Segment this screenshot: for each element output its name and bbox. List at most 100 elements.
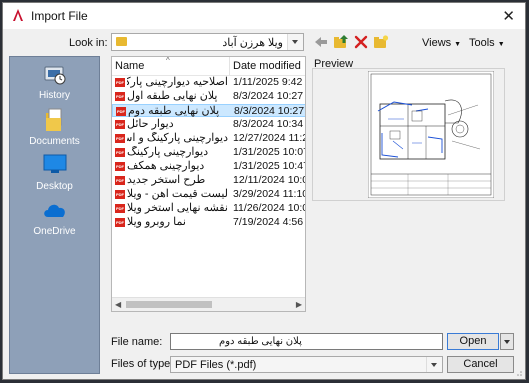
pdf-icon: PDF: [115, 190, 125, 199]
place-desktop[interactable]: Desktop: [10, 151, 99, 195]
scroll-right-icon[interactable]: ▶: [296, 300, 302, 309]
pdf-icon: PDF: [115, 92, 125, 101]
column-divider[interactable]: [229, 57, 230, 75]
history-icon: [44, 66, 66, 85]
place-documents-label: Documents: [29, 136, 80, 147]
preview-pane: [312, 68, 505, 201]
open-button[interactable]: Open: [447, 333, 499, 350]
sort-ascending-icon: ^: [166, 56, 170, 65]
file-row[interactable]: PDFدیوارچینی همکف 1/31/2025 10:47 PM: [112, 160, 305, 173]
folder-icon: [116, 37, 127, 46]
places-bar: History Documents Desktop OneDrive: [9, 56, 100, 374]
pdf-icon: PDF: [115, 148, 125, 157]
file-row[interactable]: PDFدیوارچینی پارکینگ و استخر 12/27/2024 1…: [112, 132, 305, 145]
file-date-modified: 8/3/2024 10:27 PM: [233, 90, 305, 102]
file-row[interactable]: PDF لیست قیمت آهن - ویلا م 3/29/2024 11:10…: [112, 188, 306, 201]
delete-icon[interactable]: [353, 34, 369, 50]
files-of-type-value: PDF Files (*.pdf): [175, 359, 257, 371]
close-icon[interactable]: ✕: [502, 7, 515, 25]
file-date-modified: 1/31/2025 10:07 PM: [233, 146, 305, 158]
file-date-modified: 3/29/2024 11:10 PM: [233, 188, 306, 200]
autocad-logo-icon: [13, 9, 23, 21]
place-documents[interactable]: Documents: [10, 106, 99, 150]
pdf-icon: PDF: [115, 218, 125, 227]
files-of-type-label: Files of type:: [111, 358, 174, 370]
look-in-dropdown[interactable]: ویلا هرزن آباد: [111, 33, 304, 51]
pdf-icon: PDF: [115, 120, 125, 129]
window-title: Import File: [31, 9, 88, 23]
documents-icon: [46, 108, 62, 131]
cancel-button[interactable]: Cancel: [447, 356, 514, 373]
file-name: دیوارچینی همکف: [127, 160, 205, 172]
file-date-modified: 12/27/2024 11:23 P: [233, 132, 305, 144]
file-date-modified: 8/3/2024 10:27 PM: [234, 105, 305, 117]
views-menu[interactable]: Views ▼: [422, 37, 461, 49]
tools-label: Tools: [469, 37, 495, 49]
file-list: ^ Name Date modified PDF اصلاحیه دیوارچین…: [111, 56, 306, 312]
file-row[interactable]: PDFنقشه نهایی استخر ویلا 11/26/2024 10:00…: [112, 202, 305, 215]
file-name: نقشه نهایی استخر ویلا: [127, 202, 228, 214]
pdf-icon: PDF: [115, 162, 125, 171]
file-name: دیوارچینی پارکینگ: [127, 146, 209, 158]
views-label: Views: [422, 37, 452, 49]
title-bar: Import File ✕: [3, 3, 525, 29]
file-date-modified: 8/3/2024 10:34 AM: [233, 118, 305, 130]
place-history-label: History: [38, 90, 71, 101]
file-row[interactable]: PDFنما روبرو ویلا 7/19/2024 4:56 PM: [112, 216, 305, 229]
file-row[interactable]: PDFطرح استخر جدید 12/11/2024 10:08 P: [112, 174, 305, 187]
import-file-dialog: Import File ✕ Look in: ویلا هرزن آباد Vi…: [2, 2, 526, 380]
place-onedrive-label: OneDrive: [33, 226, 76, 237]
horizontal-scrollbar[interactable]: ◀ ▶: [112, 297, 305, 311]
place-desktop-label: Desktop: [36, 181, 73, 192]
file-row[interactable]: PDFپلان نهایی طبقه دوم 8/3/2024 10:27 PM: [112, 104, 305, 117]
back-arrow-icon[interactable]: [313, 34, 329, 50]
file-name: لیست قیمت آهن - ویلا م: [127, 188, 228, 200]
resize-grip-icon[interactable]: [515, 369, 523, 377]
scroll-left-icon[interactable]: ◀: [115, 300, 121, 309]
place-history[interactable]: History: [10, 61, 99, 105]
file-name: دیوار حائل: [127, 118, 174, 130]
look-in-value: ویلا هرزن آباد: [222, 37, 283, 49]
chevron-down-icon: ▼: [497, 41, 505, 48]
file-list-header: ^ Name Date modified: [112, 57, 305, 76]
file-name: طرح استخر جدید: [127, 174, 206, 186]
pdf-icon: PDF: [115, 176, 125, 185]
file-date-modified: 7/19/2024 4:56 PM: [233, 216, 305, 228]
file-date-modified: 12/11/2024 10:08 P: [233, 174, 305, 186]
file-date-modified: 1/31/2025 10:47 PM: [233, 160, 305, 172]
chevron-down-icon[interactable]: [426, 357, 442, 372]
column-header-name[interactable]: Name: [115, 60, 144, 72]
file-name: نما روبرو ویلا: [127, 216, 186, 228]
pdf-icon: PDF: [115, 134, 125, 143]
column-header-date-modified[interactable]: Date modified: [233, 60, 301, 72]
chevron-down-icon: ▼: [454, 41, 462, 48]
open-options-dropdown[interactable]: [500, 333, 514, 350]
file-row[interactable]: PDF اصلاحیه دیوارچینی پارکی 1/11/2025 9:42…: [112, 76, 305, 89]
file-name: پلان نهایی طبقه دوم: [128, 105, 220, 117]
file-date-modified: 11/26/2024 10:00 P: [233, 202, 305, 214]
file-name-label: File name:: [111, 336, 163, 348]
file-name: پلان نهایی طبقه اول: [127, 90, 218, 102]
file-name-value: پلان نهایی طبقه دوم: [219, 336, 302, 347]
files-of-type-dropdown[interactable]: PDF Files (*.pdf): [170, 356, 443, 373]
file-name-input[interactable]: پلان نهایی طبقه دوم: [170, 333, 443, 350]
drawing-thumbnail: [368, 71, 494, 198]
file-row[interactable]: PDFپلان نهایی طبقه اول 8/3/2024 10:27 PM: [112, 90, 305, 103]
file-date-modified: 1/11/2025 9:42 PM: [233, 76, 305, 88]
tools-menu[interactable]: Tools ▼: [469, 37, 505, 49]
pdf-icon: PDF: [115, 78, 125, 87]
look-in-label: Look in:: [69, 37, 108, 49]
pdf-icon: PDF: [115, 204, 125, 213]
file-name: دیوارچینی پارکینگ و استخر: [127, 132, 228, 144]
pdf-icon: PDF: [116, 107, 126, 116]
place-onedrive[interactable]: OneDrive: [10, 196, 99, 240]
onedrive-icon: [44, 204, 65, 217]
file-row[interactable]: PDFدیوارچینی پارکینگ 1/31/2025 10:07 PM: [112, 146, 305, 159]
scrollbar-thumb[interactable]: [126, 301, 212, 308]
file-name: اصلاحیه دیوارچینی پارکی: [127, 76, 228, 88]
desktop-icon: [43, 154, 67, 173]
chevron-down-icon[interactable]: [287, 34, 303, 50]
up-folder-icon[interactable]: [333, 34, 349, 50]
file-row[interactable]: PDFدیوار حائل 8/3/2024 10:34 AM: [112, 118, 305, 131]
new-folder-icon[interactable]: [373, 34, 389, 50]
